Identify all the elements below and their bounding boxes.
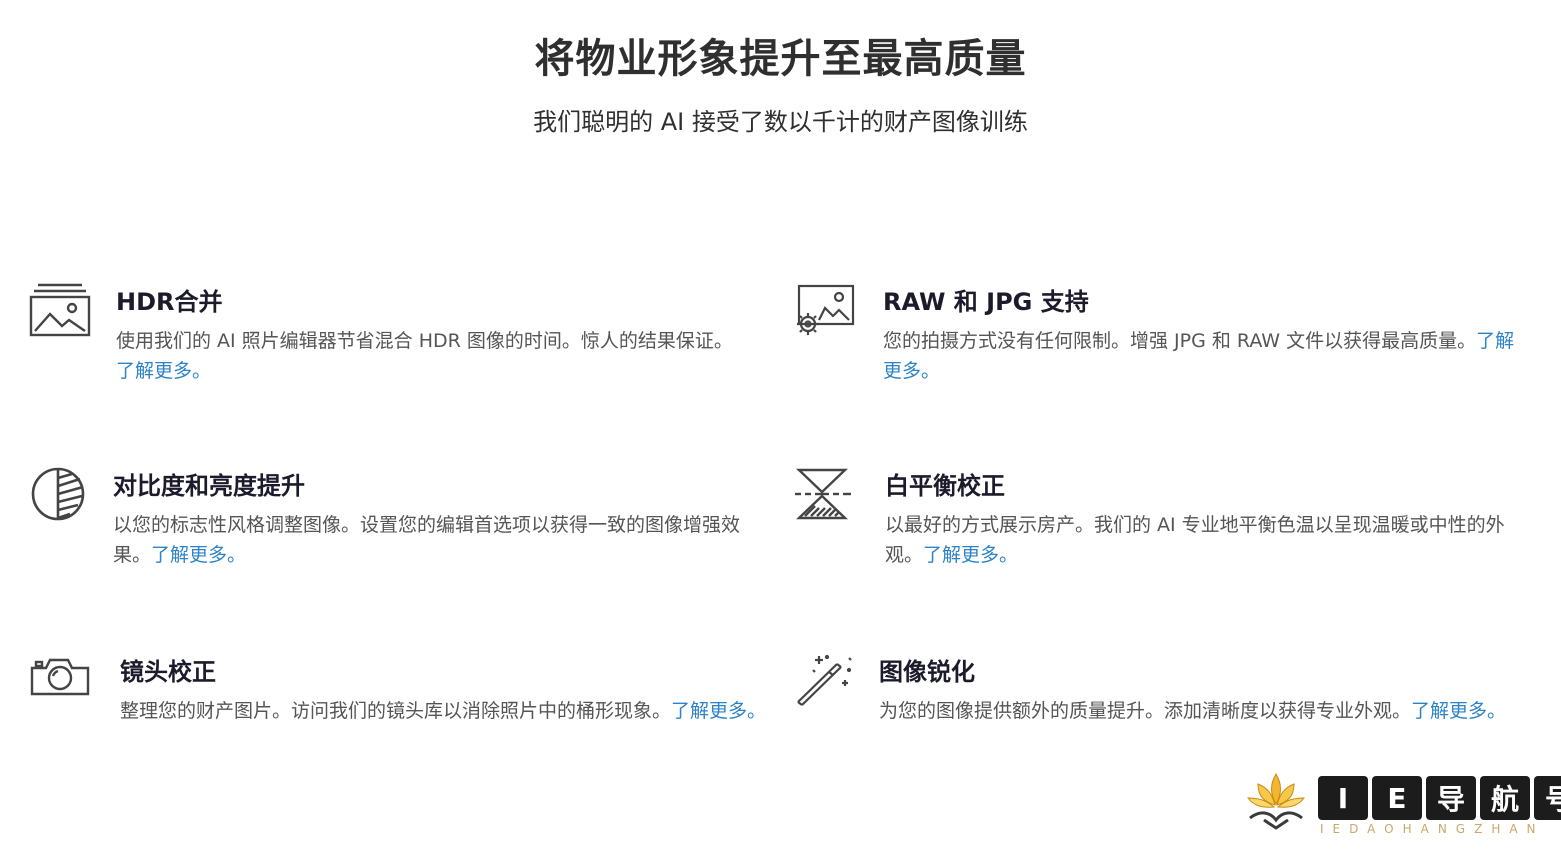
learn-more-link[interactable]: 了解更多。 — [1411, 700, 1506, 722]
feature-title: 白平衡校正 — [885, 472, 1005, 500]
watermark-text: I E 导 航 号 — [1318, 776, 1561, 820]
feature-title: 图像锐化 — [879, 658, 975, 686]
learn-more-link[interactable]: 了解更多。 — [116, 360, 211, 382]
watermark: I E 导 航 号 IEDAOHANGZHAN — [1244, 770, 1561, 844]
feature-description: 使用我们的 AI 照片编辑器节省混合 HDR 图像的时间。惊人的结果保证。 了解… — [116, 330, 733, 382]
feature-description: 为您的图像提供额外的质量提升。添加清晰度以获得专业外观。了解更多。 — [879, 700, 1507, 722]
learn-more-link[interactable]: 了解更多。 — [923, 544, 1018, 566]
white-balance-icon — [793, 466, 857, 530]
lotus-handshake-logo-icon — [1244, 770, 1308, 840]
camera-icon — [28, 652, 92, 716]
photo-stack-icon — [28, 282, 92, 346]
watermark-char: 航 — [1480, 776, 1530, 820]
feature-title: HDR合并 — [116, 288, 223, 316]
watermark-char: I — [1318, 776, 1368, 820]
watermark-subtext: IEDAOHANGZHAN — [1320, 822, 1545, 836]
feature-title: 对比度和亮度提升 — [113, 472, 305, 500]
watermark-char: E — [1372, 776, 1422, 820]
page-title: 将物业形象提升至最高质量 — [534, 36, 1027, 82]
feature-description: 以您的标志性风格调整图像。设置您的编辑首选项以获得一致的图像增强效果。了解更多。 — [113, 514, 741, 566]
learn-more-link[interactable]: 了解更多。 — [671, 700, 766, 722]
watermark-char: 号 — [1534, 776, 1561, 820]
feature-description: 整理您的财产图片。访问我们的镜头库以消除照片中的桶形现象。了解更多。 — [120, 700, 767, 722]
watermark-char: 导 — [1426, 776, 1476, 820]
feature-title: 镜头校正 — [120, 658, 216, 686]
magic-wand-icon — [793, 652, 857, 716]
contrast-icon — [28, 466, 92, 530]
page-subtitle: 我们聪明的 AI 接受了数以千计的财产图像训练 — [533, 108, 1028, 136]
photo-gear-icon — [793, 282, 857, 346]
learn-more-link[interactable]: 了解更多。 — [151, 544, 246, 566]
feature-title: RAW 和 JPG 支持 — [883, 288, 1089, 316]
feature-description: 以最好的方式展示房产。我们的 AI 专业地平衡色温以呈现温暖或中性的外观。了解更… — [885, 514, 1505, 566]
feature-description: 您的拍摄方式没有任何限制。增强 JPG 和 RAW 文件以获得最高质量。了解更多… — [883, 330, 1515, 382]
